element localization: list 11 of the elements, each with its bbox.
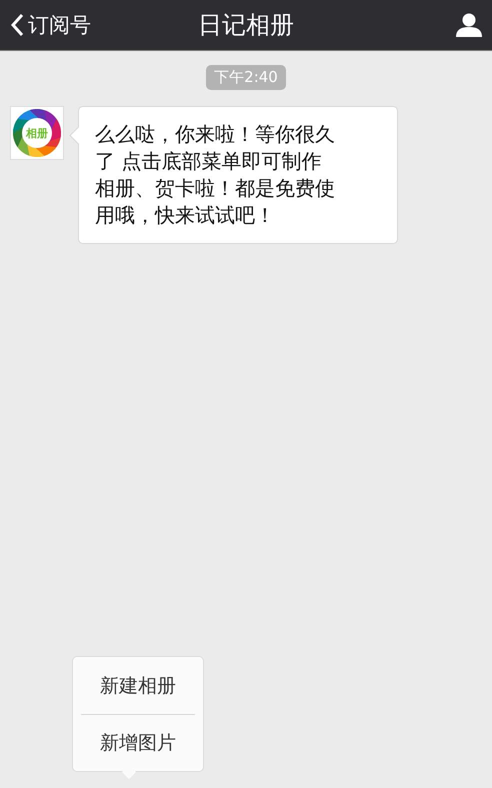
back-button[interactable]: 订阅号 (10, 11, 120, 39)
person-icon (456, 13, 482, 37)
logo-ring-icon (13, 109, 61, 157)
window-title: 日记相册 (198, 10, 294, 41)
back-label[interactable]: 订阅号 (28, 11, 91, 39)
logo-text: 相册 (26, 126, 48, 140)
timestamp: 下午2:40 (206, 65, 286, 90)
menu-item[interactable]: 新建相册 (81, 657, 195, 714)
menu-item[interactable]: 新增图片 (81, 714, 195, 771)
message-text: 么么哒，你来啦！等你很久了 点击底部菜单即可制作相册、贺卡啦！都是免费使用哦，快来试试吧！ (95, 121, 336, 229)
back-chevron-icon (10, 13, 24, 37)
